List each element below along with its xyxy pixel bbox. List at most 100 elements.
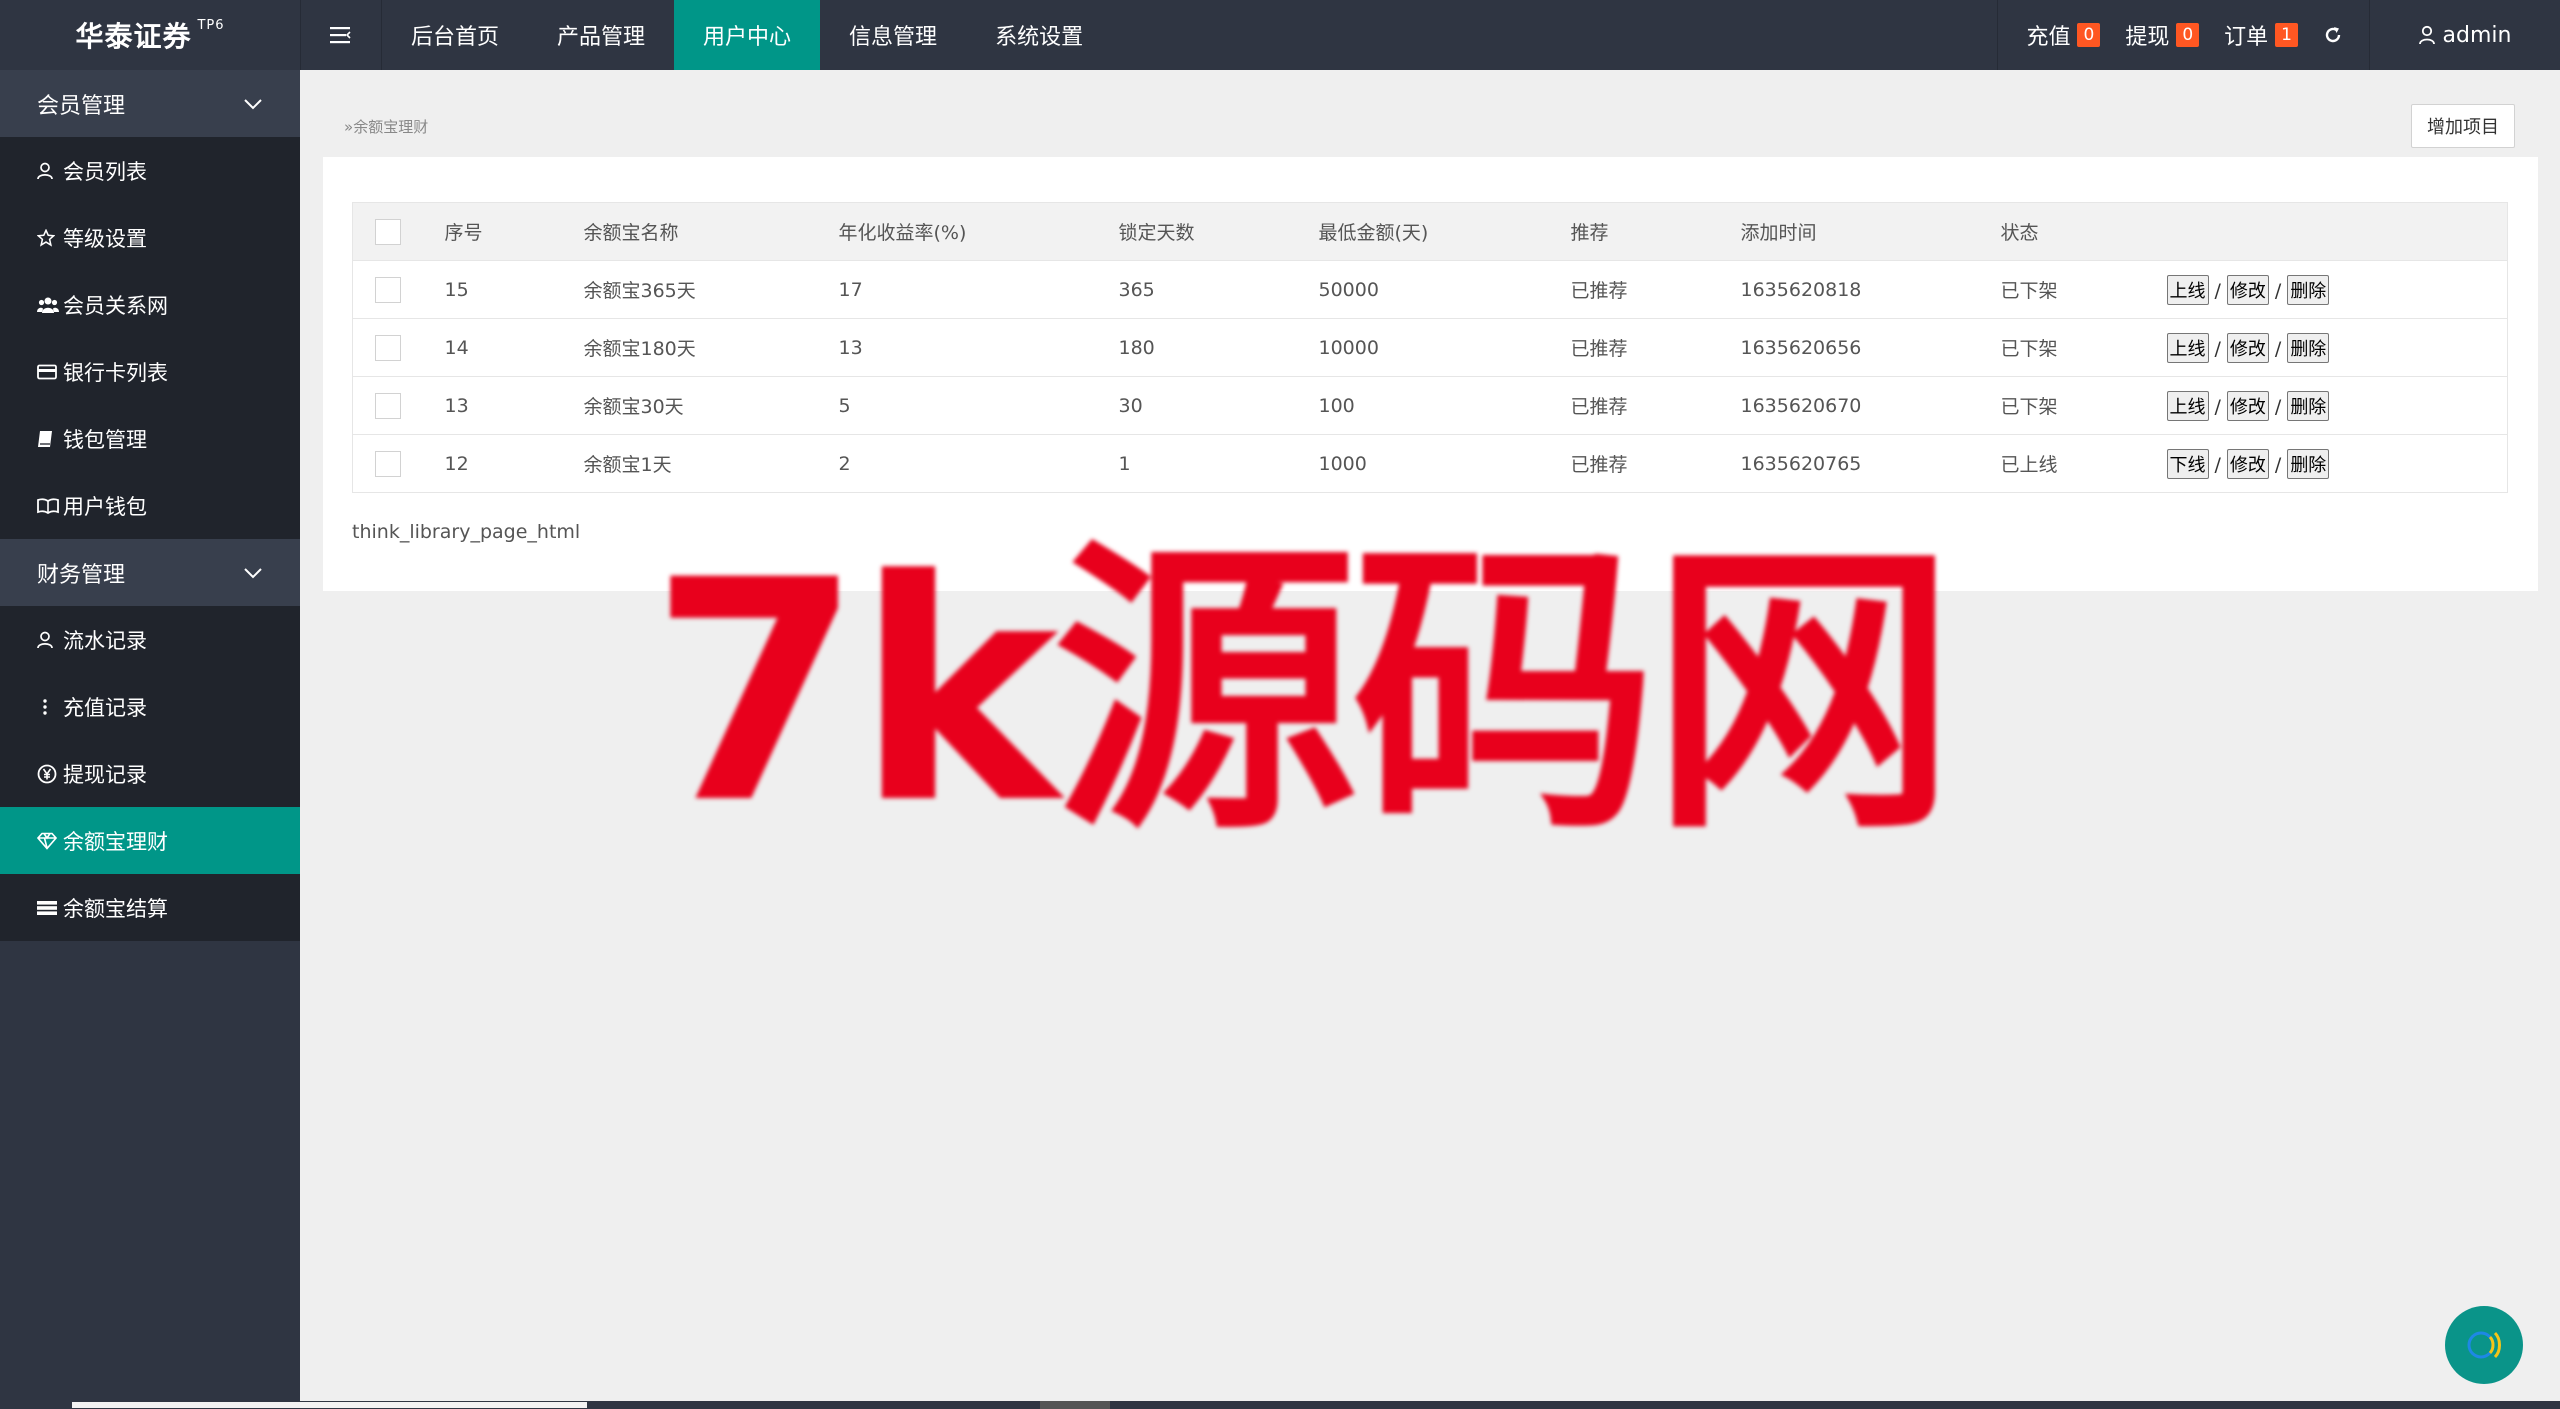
withdraw-label: 提现 xyxy=(2125,25,2170,50)
cell-min: 50000 xyxy=(1318,260,1571,319)
nav-products[interactable]: 产品管理 xyxy=(528,0,674,70)
cell-id: 15 xyxy=(444,260,584,319)
logo-text: 华泰证券 xyxy=(75,20,192,53)
sidebar-item-label: 会员关系网 xyxy=(63,293,168,318)
toggle-online-button[interactable]: 上线 xyxy=(2166,332,2209,363)
delete-button[interactable]: 删除 xyxy=(2287,448,2330,479)
sidebar-item-withdraw-records[interactable]: 提现记录 xyxy=(0,740,300,807)
toggle-online-button[interactable]: 下线 xyxy=(2166,448,2209,479)
cell-id: 13 xyxy=(444,376,584,435)
horizontal-scrollbar[interactable] xyxy=(0,1401,2560,1409)
cell-time: 1635620656 xyxy=(1740,318,2001,377)
sidebar-group-members[interactable]: 会员管理 xyxy=(0,70,300,137)
withdraw-badge: 0 xyxy=(2176,23,2200,47)
cell-name: 余额宝180天 xyxy=(583,318,839,377)
sidebar-item-label: 用户钱包 xyxy=(63,494,147,519)
sidebar-item-yuebao-finance[interactable]: 余额宝理财 xyxy=(0,807,300,874)
sidebar-item-wallet-management[interactable]: 钱包管理 xyxy=(0,405,300,472)
toggle-online-button[interactable]: 上线 xyxy=(2166,274,2209,305)
yen-circle-icon xyxy=(37,764,63,784)
edit-button[interactable]: 修改 xyxy=(2226,448,2269,479)
user-menu[interactable]: admin xyxy=(2370,0,2560,70)
cell-days: 365 xyxy=(1118,260,1319,319)
cell-id: 14 xyxy=(444,318,584,377)
cell-status: 已下架 xyxy=(2000,260,2167,319)
scrollbar-thumb[interactable] xyxy=(72,1402,587,1408)
col-min-amount: 最低金额(天) xyxy=(1318,202,1571,261)
toggle-online-button[interactable]: 上线 xyxy=(2166,390,2209,421)
floating-assistant-button[interactable] xyxy=(2445,1306,2523,1384)
col-lock-days: 锁定天数 xyxy=(1118,202,1319,261)
nav-user-center[interactable]: 用户中心 xyxy=(674,0,821,70)
watermark-text: 7k源码网 xyxy=(650,515,1956,870)
list-icon xyxy=(37,900,63,916)
recharge-counter[interactable]: 充值 0 xyxy=(2026,19,2101,51)
sidebar-item-bank-cards[interactable]: 银行卡列表 xyxy=(0,338,300,405)
row-checkbox[interactable] xyxy=(375,276,401,303)
table-row: 15 余额宝365天 17 365 50000 已推荐 1635620818 已… xyxy=(352,260,2508,319)
delete-button[interactable]: 删除 xyxy=(2287,390,2330,421)
users-icon xyxy=(37,296,63,314)
delete-button[interactable]: 删除 xyxy=(2287,274,2330,305)
cell-rate: 17 xyxy=(838,260,1119,319)
star-icon xyxy=(37,228,63,247)
sidebar-group-label: 会员管理 xyxy=(37,93,126,119)
cell-recommend: 已推荐 xyxy=(1570,434,1741,493)
nav-settings[interactable]: 系统设置 xyxy=(966,0,1112,70)
col-recommend: 推荐 xyxy=(1570,202,1741,261)
breadcrumb: »余额宝理财 xyxy=(344,116,428,137)
cell-name: 余额宝1天 xyxy=(583,434,839,493)
cell-days: 30 xyxy=(1118,376,1319,435)
sidebar-item-label: 银行卡列表 xyxy=(63,360,168,385)
logo-version: TP6 xyxy=(197,17,225,33)
cell-time: 1635620818 xyxy=(1740,260,2001,319)
sidebar-item-label: 充值记录 xyxy=(63,695,147,720)
col-actions xyxy=(2166,202,2508,261)
top-nav: 后台首页 产品管理 用户中心 信息管理 系统设置 xyxy=(382,0,1112,70)
user-icon xyxy=(37,162,63,180)
sidebar-item-member-list[interactable]: 会员列表 xyxy=(0,137,300,204)
table-header-row: 序号 余额宝名称 年化收益率(%) 锁定天数 最低金额(天) 推荐 添加时间 状… xyxy=(352,202,2508,261)
withdraw-counter[interactable]: 提现 0 xyxy=(2125,19,2200,51)
row-checkbox[interactable] xyxy=(375,450,401,477)
header-counters: 充值 0 提现 0 订单 1 xyxy=(1997,0,2370,70)
nav-info[interactable]: 信息管理 xyxy=(820,0,966,70)
sidebar-item-user-wallet[interactable]: 用户钱包 xyxy=(0,472,300,539)
order-counter[interactable]: 订单 1 xyxy=(2224,19,2298,51)
edit-button[interactable]: 修改 xyxy=(2226,274,2269,305)
nav-home[interactable]: 后台首页 xyxy=(382,0,528,70)
sidebar-item-label: 流水记录 xyxy=(63,628,147,653)
cell-actions: 上线 / 修改 / 删除 xyxy=(2166,376,2508,435)
refresh-button[interactable] xyxy=(2323,25,2343,45)
cell-name: 余额宝30天 xyxy=(583,376,839,435)
add-project-button[interactable]: 增加项目 xyxy=(2411,104,2515,148)
delete-button[interactable]: 删除 xyxy=(2287,332,2330,363)
sidebar-item-level-settings[interactable]: 等级设置 xyxy=(0,204,300,271)
row-checkbox[interactable] xyxy=(375,334,401,361)
cell-actions: 上线 / 修改 / 删除 xyxy=(2166,318,2508,377)
cell-days: 1 xyxy=(1118,434,1319,493)
chevron-down-icon xyxy=(244,98,262,109)
cell-recommend: 已推荐 xyxy=(1570,376,1741,435)
cell-actions: 上线 / 修改 / 删除 xyxy=(2166,260,2508,319)
edit-button[interactable]: 修改 xyxy=(2226,390,2269,421)
cell-rate: 5 xyxy=(838,376,1119,435)
sidebar-item-recharge-records[interactable]: 充值记录 xyxy=(0,673,300,740)
sidebar-item-transaction-records[interactable]: 流水记录 xyxy=(0,606,300,673)
recharge-badge: 0 xyxy=(2077,23,2101,47)
cell-name: 余额宝365天 xyxy=(583,260,839,319)
menu-toggle-button[interactable] xyxy=(300,0,382,70)
pagination-placeholder: think_library_page_html xyxy=(352,521,581,543)
row-checkbox[interactable] xyxy=(375,392,401,419)
cell-time: 1635620765 xyxy=(1740,434,2001,493)
col-status: 状态 xyxy=(2000,202,2167,261)
scrollbar-thumb-secondary[interactable] xyxy=(1040,1401,1110,1409)
table-row: 14 余额宝180天 13 180 10000 已推荐 1635620656 已… xyxy=(352,318,2508,377)
col-rate: 年化收益率(%) xyxy=(838,202,1119,261)
sidebar-group-finance[interactable]: 财务管理 xyxy=(0,539,300,606)
logo[interactable]: 华泰证券 TP6 xyxy=(0,0,300,70)
select-all-checkbox[interactable] xyxy=(375,218,401,245)
edit-button[interactable]: 修改 xyxy=(2226,332,2269,363)
sidebar-item-yuebao-settlement[interactable]: 余额宝结算 xyxy=(0,874,300,941)
sidebar-item-member-network[interactable]: 会员关系网 xyxy=(0,271,300,338)
